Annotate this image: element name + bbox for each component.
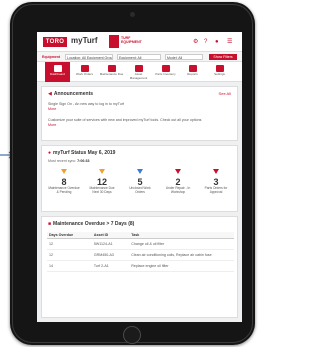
show-filters-button[interactable]: Show Filters	[209, 54, 237, 60]
stat-work-orders[interactable]: 5 Unclosed Work Orders	[124, 169, 156, 195]
nav-label: Settings	[214, 72, 225, 76]
nav-work-orders[interactable]: Work Orders	[72, 62, 97, 82]
nav-label: Maintenance Due	[99, 72, 124, 76]
location-select[interactable]: Location: All Equipment Groups	[65, 54, 113, 60]
partner-logo-mark	[109, 35, 119, 48]
partner-logo-text: TURF EQUIPMENT	[121, 36, 142, 44]
maintenance-title: ■ Maintenance Overdue > 7 Days (8)	[48, 221, 134, 227]
stat-overdue[interactable]: 8 Maintenance Overdue & Pending	[48, 169, 80, 195]
menu-icon[interactable]: ☰	[227, 37, 232, 47]
task-cell: Clean air conditioning coils, Replace ai…	[129, 249, 234, 261]
days-overdue-cell: 12	[47, 238, 92, 250]
app-screen: TORO myTurf TURF EQUIPMENT ⚙ ? ● ☰ Equip…	[37, 32, 242, 322]
task-cell: Change oil & oil filter	[129, 238, 234, 250]
table-row[interactable]: 12 GRM450-A3 Clean air conditioning coil…	[47, 249, 234, 261]
megaphone-icon: ◀	[48, 91, 52, 97]
home-button[interactable]	[123, 326, 141, 344]
nav-maintenance-due[interactable]: Maintenance Due	[99, 62, 124, 82]
last-sync-label: Most recent sync:	[48, 159, 77, 163]
settings-icon	[215, 65, 224, 72]
reports-icon	[188, 65, 197, 72]
parts-icon	[161, 65, 170, 72]
maintenance-table: Days Overdue Asset ID Task 12 5W1124-A1 …	[47, 232, 234, 272]
announcement-item: Customize your suite of services with ne…	[48, 118, 234, 127]
equipment-select[interactable]: Equipment: All	[117, 54, 161, 60]
warning-icon	[99, 169, 105, 174]
top-bar: TORO myTurf TURF EQUIPMENT ⚙ ? ● ☰	[37, 32, 242, 52]
status-title: ● myTurf Status May 6, 2019	[48, 150, 115, 156]
announcements-title-text: Announcements	[53, 91, 94, 97]
user-icon[interactable]: ●	[215, 37, 219, 47]
nav-label: Asset Management	[129, 72, 148, 80]
announcements-title: ◀ Announcements	[48, 91, 93, 97]
more-link[interactable]: More	[48, 107, 56, 111]
stat-due-30[interactable]: 12 Maintenance Due Next 30 Days	[86, 169, 118, 195]
nav-label: Reports	[187, 72, 198, 76]
asset-id-cell: 5W1124-A1	[91, 238, 130, 250]
nav-reports[interactable]: Reports	[180, 62, 205, 82]
filter-bar: Equipment Location: All Equipment Groups…	[37, 52, 242, 62]
asset-id-cell: Turf 2-A1	[91, 260, 130, 272]
work-order-icon	[137, 169, 143, 174]
parts-icon	[213, 169, 219, 174]
status-icon: ●	[48, 150, 52, 156]
days-overdue-cell: 12	[47, 249, 92, 261]
maintenance-icon	[107, 65, 116, 72]
settings-icon[interactable]: ⚙	[193, 37, 198, 47]
table-row[interactable]: 12 5W1124-A1 Change oil & oil filter	[47, 238, 234, 250]
last-sync: Most recent sync: 7:06:33	[48, 159, 90, 164]
model-select[interactable]: Model: All	[165, 54, 203, 60]
main-nav: Dashboard Work Orders Maintenance Due As…	[37, 62, 242, 82]
maintenance-overdue-card: ■ Maintenance Overdue > 7 Days (8) Days O…	[41, 216, 238, 318]
filter-label: Equipment	[42, 55, 61, 59]
work-orders-icon	[80, 65, 89, 72]
stat-label: Unclosed Work Orders	[129, 186, 151, 194]
repair-icon	[175, 169, 181, 174]
camera-icon	[130, 12, 135, 17]
maintenance-title-text: Maintenance Overdue > 7 Days (8)	[53, 221, 135, 227]
stat-label: Maintenance Overdue & Pending	[48, 186, 80, 194]
dashboard-icon	[53, 65, 62, 72]
nav-settings[interactable]: Settings	[207, 62, 232, 82]
stat-label: Parts Orders for Approval	[204, 186, 228, 194]
stat-label: Under Repair - In Workshop	[165, 186, 191, 194]
nav-parts-inventory[interactable]: Parts Inventory	[153, 62, 178, 82]
app-title: myTurf	[71, 36, 98, 45]
last-sync-value: 7:06:33	[77, 159, 90, 163]
asset-icon	[134, 65, 143, 72]
announcement-item: Single Sign On - An new way to log in to…	[48, 102, 234, 111]
nav-label: Dashboard	[50, 72, 65, 76]
wrench-icon: ■	[48, 221, 52, 227]
nav-label: Parts Inventory	[155, 72, 176, 76]
tablet-frame: TORO myTurf TURF EQUIPMENT ⚙ ? ● ☰ Equip…	[10, 2, 255, 345]
help-icon[interactable]: ?	[204, 37, 207, 47]
more-link[interactable]: More	[48, 123, 56, 127]
stat-parts-orders[interactable]: 3 Parts Orders for Approval	[200, 169, 232, 195]
announcements-card: ◀ Announcements See All Single Sign On - …	[41, 86, 238, 141]
asset-id-cell: GRM450-A3	[91, 249, 130, 261]
announcement-text: Single Sign On - An new way to log in to…	[48, 102, 124, 106]
announcement-text: Customize your suite of services with ne…	[48, 118, 202, 122]
status-title-text: myTurf Status May 6, 2019	[53, 150, 116, 156]
nav-dashboard[interactable]: Dashboard	[45, 62, 70, 82]
stat-under-repair[interactable]: 2 Under Repair - In Workshop	[162, 169, 194, 195]
stat-label: Maintenance Due Next 30 Days	[89, 186, 115, 194]
status-card: ● myTurf Status May 6, 2019 Most recent s…	[41, 145, 238, 212]
partner-logo: TURF EQUIPMENT	[109, 35, 149, 48]
toro-logo[interactable]: TORO	[43, 37, 67, 47]
warning-icon	[61, 169, 67, 174]
nav-asset-management[interactable]: Asset Management	[126, 62, 151, 82]
nav-label: Work Orders	[76, 72, 93, 76]
task-cell: Replace engine oil filter	[129, 260, 234, 272]
days-overdue-cell: 14	[47, 260, 92, 272]
table-row[interactable]: 14 Turf 2-A1 Replace engine oil filter	[47, 260, 234, 272]
see-all-link[interactable]: See All	[219, 91, 231, 97]
